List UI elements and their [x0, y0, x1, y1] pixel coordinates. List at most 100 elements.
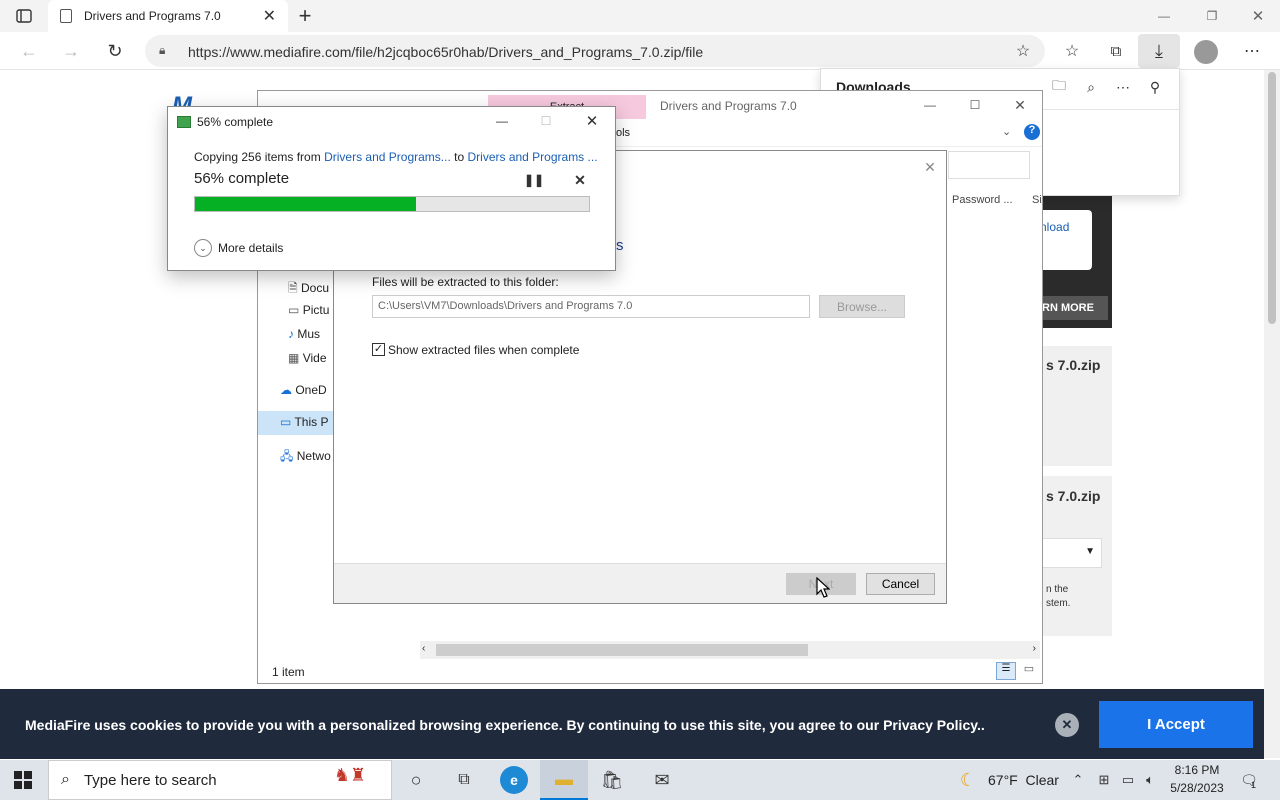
forward-icon[interactable]: →	[60, 40, 82, 62]
downloads-icon[interactable]: ⤓	[1138, 34, 1180, 68]
close-window-icon[interactable]: ✕	[1246, 6, 1270, 26]
show-files-label[interactable]: Show extracted files when complete	[388, 343, 579, 357]
page-scrollbar[interactable]	[1264, 70, 1280, 758]
scroll-left-icon[interactable]: ‹	[422, 643, 425, 654]
file-explorer-taskbar-icon[interactable]: ▬	[540, 760, 588, 800]
file-name-2[interactable]: s 7.0.zip	[1046, 488, 1100, 504]
explorer-minimize-icon[interactable]: —	[918, 95, 942, 115]
nav-item-pictures[interactable]: ▭ Pictu	[288, 303, 329, 317]
add-favorite-icon[interactable]: ☆	[1012, 41, 1034, 61]
notification-icon[interactable]: 🗨︎	[1238, 770, 1260, 790]
show-hidden-icons[interactable]: ⌃	[1068, 770, 1088, 790]
snippet-line-1: n the	[1046, 584, 1069, 595]
network-tray-icon[interactable]: ▭	[1118, 770, 1138, 790]
windows-start-icon[interactable]	[12, 770, 34, 790]
collections-icon[interactable]: ⧉	[1105, 41, 1127, 61]
mail-icon[interactable]: ✉	[648, 768, 676, 792]
url-text[interactable]: https://www.mediafire.com/file/h2jcqboc6…	[188, 44, 703, 60]
nav-item-network[interactable]: 🖧︎ Netwo	[280, 447, 331, 468]
nav-item-onedrive[interactable]: ☁ OneD	[280, 383, 327, 397]
weather-text[interactable]: 67°F Clear	[988, 772, 1059, 788]
volume-icon[interactable]: 🔈︎	[1140, 770, 1160, 790]
select-dropdown[interactable]: ▼	[1040, 538, 1102, 568]
source-link[interactable]: Drivers and Programs...	[324, 150, 451, 164]
cancel-button[interactable]: Cancel	[866, 573, 935, 595]
learn-more-button[interactable]: RN MORE	[1040, 296, 1108, 320]
destination-link[interactable]: Drivers and Programs ...	[467, 150, 597, 164]
explorer-maximize-icon[interactable]: ☐	[963, 95, 987, 115]
more-menu-icon[interactable]: ⋯	[1240, 40, 1264, 62]
nav-item-videos[interactable]: ▦ Vide	[288, 351, 327, 365]
wizard-close-icon[interactable]: ✕	[920, 157, 940, 177]
back-icon[interactable]: ←	[18, 40, 40, 62]
learn-more-label: RN MORE	[1042, 302, 1094, 314]
large-icons-view-icon[interactable]: ▭	[1020, 662, 1038, 680]
folder-icon[interactable]: 🗀︎	[1049, 77, 1069, 97]
browse-button[interactable]: Browse...	[819, 295, 905, 318]
copy-minimize-icon[interactable]: —	[490, 111, 514, 131]
column-header-size[interactable]: Si	[1032, 194, 1042, 206]
task-view-icon[interactable]: ⧉	[452, 768, 476, 792]
nav-label: OneD	[295, 383, 327, 397]
cloud-icon: ☁	[280, 383, 292, 397]
minimize-icon[interactable]: —	[1152, 6, 1176, 26]
clock[interactable]: 8:16 PM 5/28/2023	[1164, 763, 1230, 795]
status-bar: 1 item ☰ ▭	[258, 661, 1042, 683]
nav-pane: 🗎︎ Docu ▭ Pictu ♪ Mus ▦ Vide ☁ OneD ▭ Th…	[258, 271, 334, 471]
copy-maximize-icon[interactable]: ☐	[534, 111, 558, 131]
folder-path-field[interactable]: C:\Users\VM7\Downloads\Drivers and Progr…	[372, 295, 810, 318]
download-button[interactable]: nload	[1040, 210, 1092, 270]
scroll-right-icon[interactable]: ›	[1033, 643, 1036, 654]
weather-icon[interactable]: ☾	[956, 768, 980, 792]
nav-item-documents[interactable]: 🗎︎ Docu	[288, 279, 329, 300]
cancel-copy-icon[interactable]: ✕	[570, 170, 590, 190]
search-placeholder: Type here to search	[83, 771, 217, 789]
videos-icon: ▦	[288, 351, 300, 365]
nav-label: Pictu	[302, 303, 330, 317]
percent-complete: 56% complete	[194, 170, 290, 187]
browser-tab[interactable]: Drivers and Programs 7.0 ✕	[48, 0, 288, 32]
accept-cookies-button[interactable]: I Accept	[1099, 701, 1253, 748]
explorer-search-box[interactable]	[948, 151, 1030, 179]
address-bar[interactable]: 🔒︎ https://www.mediafire.com/file/h2jcqb…	[145, 35, 1045, 67]
profile-avatar[interactable]	[1194, 40, 1218, 64]
edge-taskbar-icon[interactable]: e	[500, 766, 528, 794]
search-icon[interactable]: ⌕	[1081, 77, 1101, 97]
close-tab-icon[interactable]: ✕	[263, 6, 276, 26]
ribbon-expand-icon[interactable]: ⌄	[1002, 125, 1011, 138]
pin-icon[interactable]: ⚲	[1145, 77, 1165, 97]
explorer-close-icon[interactable]: ✕	[1008, 95, 1032, 115]
details-view-icon[interactable]: ☰	[996, 662, 1016, 680]
file-name-1[interactable]: s 7.0.zip	[1046, 357, 1100, 373]
nav-label: Vide	[302, 351, 327, 365]
scrollbar-thumb[interactable]	[1268, 72, 1276, 324]
restore-icon[interactable]: ❐	[1200, 6, 1224, 26]
cookie-close-icon[interactable]: ✕	[1055, 713, 1079, 737]
usb-icon[interactable]: ⊞	[1094, 770, 1114, 790]
chevron-down-icon: ▼	[1085, 546, 1095, 557]
pause-icon[interactable]: ❚❚	[524, 171, 544, 189]
clock-time: 8:16 PM	[1174, 763, 1220, 777]
favorites-icon[interactable]: ☆	[1061, 41, 1083, 61]
copy-icon	[177, 116, 191, 128]
horizontal-scroll-thumb[interactable]	[436, 644, 808, 656]
tab-actions-icon[interactable]	[14, 7, 34, 25]
more-icon[interactable]: ⋯	[1113, 77, 1133, 97]
taskbar-search-box[interactable]: ⌕ Type here to search ♞♜	[48, 760, 392, 800]
show-files-checkbox[interactable]: ✓	[372, 343, 385, 356]
column-header-password[interactable]: Password ...	[952, 194, 1013, 206]
horizontal-scrollbar[interactable]: ‹ ›	[420, 641, 1040, 659]
nav-item-music[interactable]: ♪ Mus	[288, 327, 320, 341]
cortana-icon[interactable]: ○	[404, 768, 428, 792]
help-icon[interactable]: ?	[1024, 124, 1040, 140]
notification-count: 1	[1251, 780, 1257, 790]
new-tab-icon[interactable]: +	[294, 3, 316, 28]
store-icon[interactable]: 🛍︎	[598, 768, 626, 792]
refresh-icon[interactable]: ↻	[104, 40, 126, 62]
ribbon-tab-tools[interactable]: ols	[616, 127, 630, 139]
nav-item-this-pc[interactable]: ▭ This P	[258, 411, 334, 435]
copy-close-icon[interactable]: ✕	[580, 111, 604, 131]
chevron-down-icon: ⌄	[194, 239, 212, 257]
browser-toolbar: ← → ↻ 🔒︎ https://www.mediafire.com/file/…	[0, 32, 1280, 70]
more-details-button[interactable]: ⌄ More details	[194, 239, 283, 257]
